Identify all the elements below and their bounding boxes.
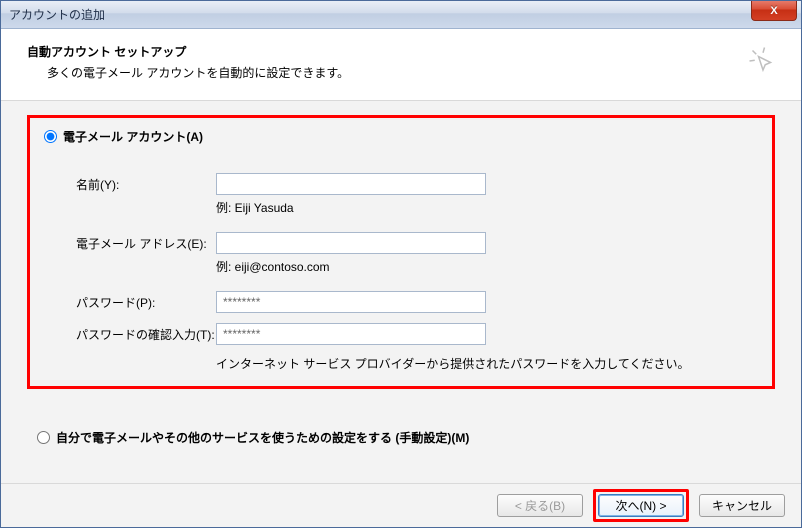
window-title: アカウントの追加 (1, 6, 105, 23)
wizard-footer: < 戻る(B) 次へ(N) > キャンセル (1, 483, 801, 527)
password-hint: インターネット サービス プロバイダーから提供されたパスワードを入力してください… (76, 355, 758, 372)
password-label: パスワード(P): (76, 294, 216, 311)
back-button: < 戻る(B) (497, 494, 583, 517)
wizard-subheading: 多くの電子メール アカウントを自動的に設定できます。 (27, 64, 349, 81)
wizard-body: 電子メール アカウント(A) 名前(Y): 例: Eiji Yasuda 電子メ… (1, 101, 801, 497)
wizard-heading: 自動アカウント セットアップ (27, 43, 349, 60)
wizard-header: 自動アカウント セットアップ 多くの電子メール アカウントを自動的に設定できます… (1, 29, 801, 101)
close-button[interactable]: X (751, 1, 797, 21)
password-input[interactable] (216, 291, 486, 313)
name-hint: 例: Eiji Yasuda (76, 199, 758, 216)
name-row: 名前(Y): (76, 173, 758, 195)
close-icon: X (770, 5, 777, 17)
name-input[interactable] (216, 173, 486, 195)
next-button-highlight: 次へ(N) > (593, 489, 689, 522)
password-row: パスワード(P): (76, 291, 758, 313)
titlebar[interactable]: アカウントの追加 X (1, 1, 801, 29)
email-label: 電子メール アドレス(E): (76, 235, 216, 252)
add-account-window: アカウントの追加 X 自動アカウント セットアップ 多くの電子メール アカウント… (0, 0, 802, 528)
name-label: 名前(Y): (76, 176, 216, 193)
email-row: 電子メール アドレス(E): (76, 232, 758, 254)
radio-manual-label[interactable]: 自分で電子メールやその他のサービスを使うための設定をする (手動設定)(M) (56, 429, 469, 446)
email-hint: 例: eiji@contoso.com (76, 258, 758, 275)
email-input[interactable] (216, 232, 486, 254)
password-confirm-input[interactable] (216, 323, 486, 345)
form-grid: 名前(Y): 例: Eiji Yasuda 電子メール アドレス(E): 例: … (44, 173, 758, 372)
password-confirm-label: パスワードの確認入力(T): (76, 326, 216, 343)
cancel-button[interactable]: キャンセル (699, 494, 785, 517)
radio-email-account-row: 電子メール アカウント(A) (44, 128, 758, 145)
radio-email-account[interactable] (44, 130, 57, 143)
wizard-header-text: 自動アカウント セットアップ 多くの電子メール アカウントを自動的に設定できます… (27, 43, 349, 81)
cursor-sparkle-icon (745, 43, 781, 82)
radio-email-account-label[interactable]: 電子メール アカウント(A) (63, 128, 203, 145)
radio-manual-setup[interactable] (37, 431, 50, 444)
password-confirm-row: パスワードの確認入力(T): (76, 323, 758, 345)
email-account-section: 電子メール アカウント(A) 名前(Y): 例: Eiji Yasuda 電子メ… (27, 115, 775, 389)
radio-manual-row: 自分で電子メールやその他のサービスを使うための設定をする (手動設定)(M) (27, 429, 775, 446)
next-button[interactable]: 次へ(N) > (598, 494, 684, 517)
